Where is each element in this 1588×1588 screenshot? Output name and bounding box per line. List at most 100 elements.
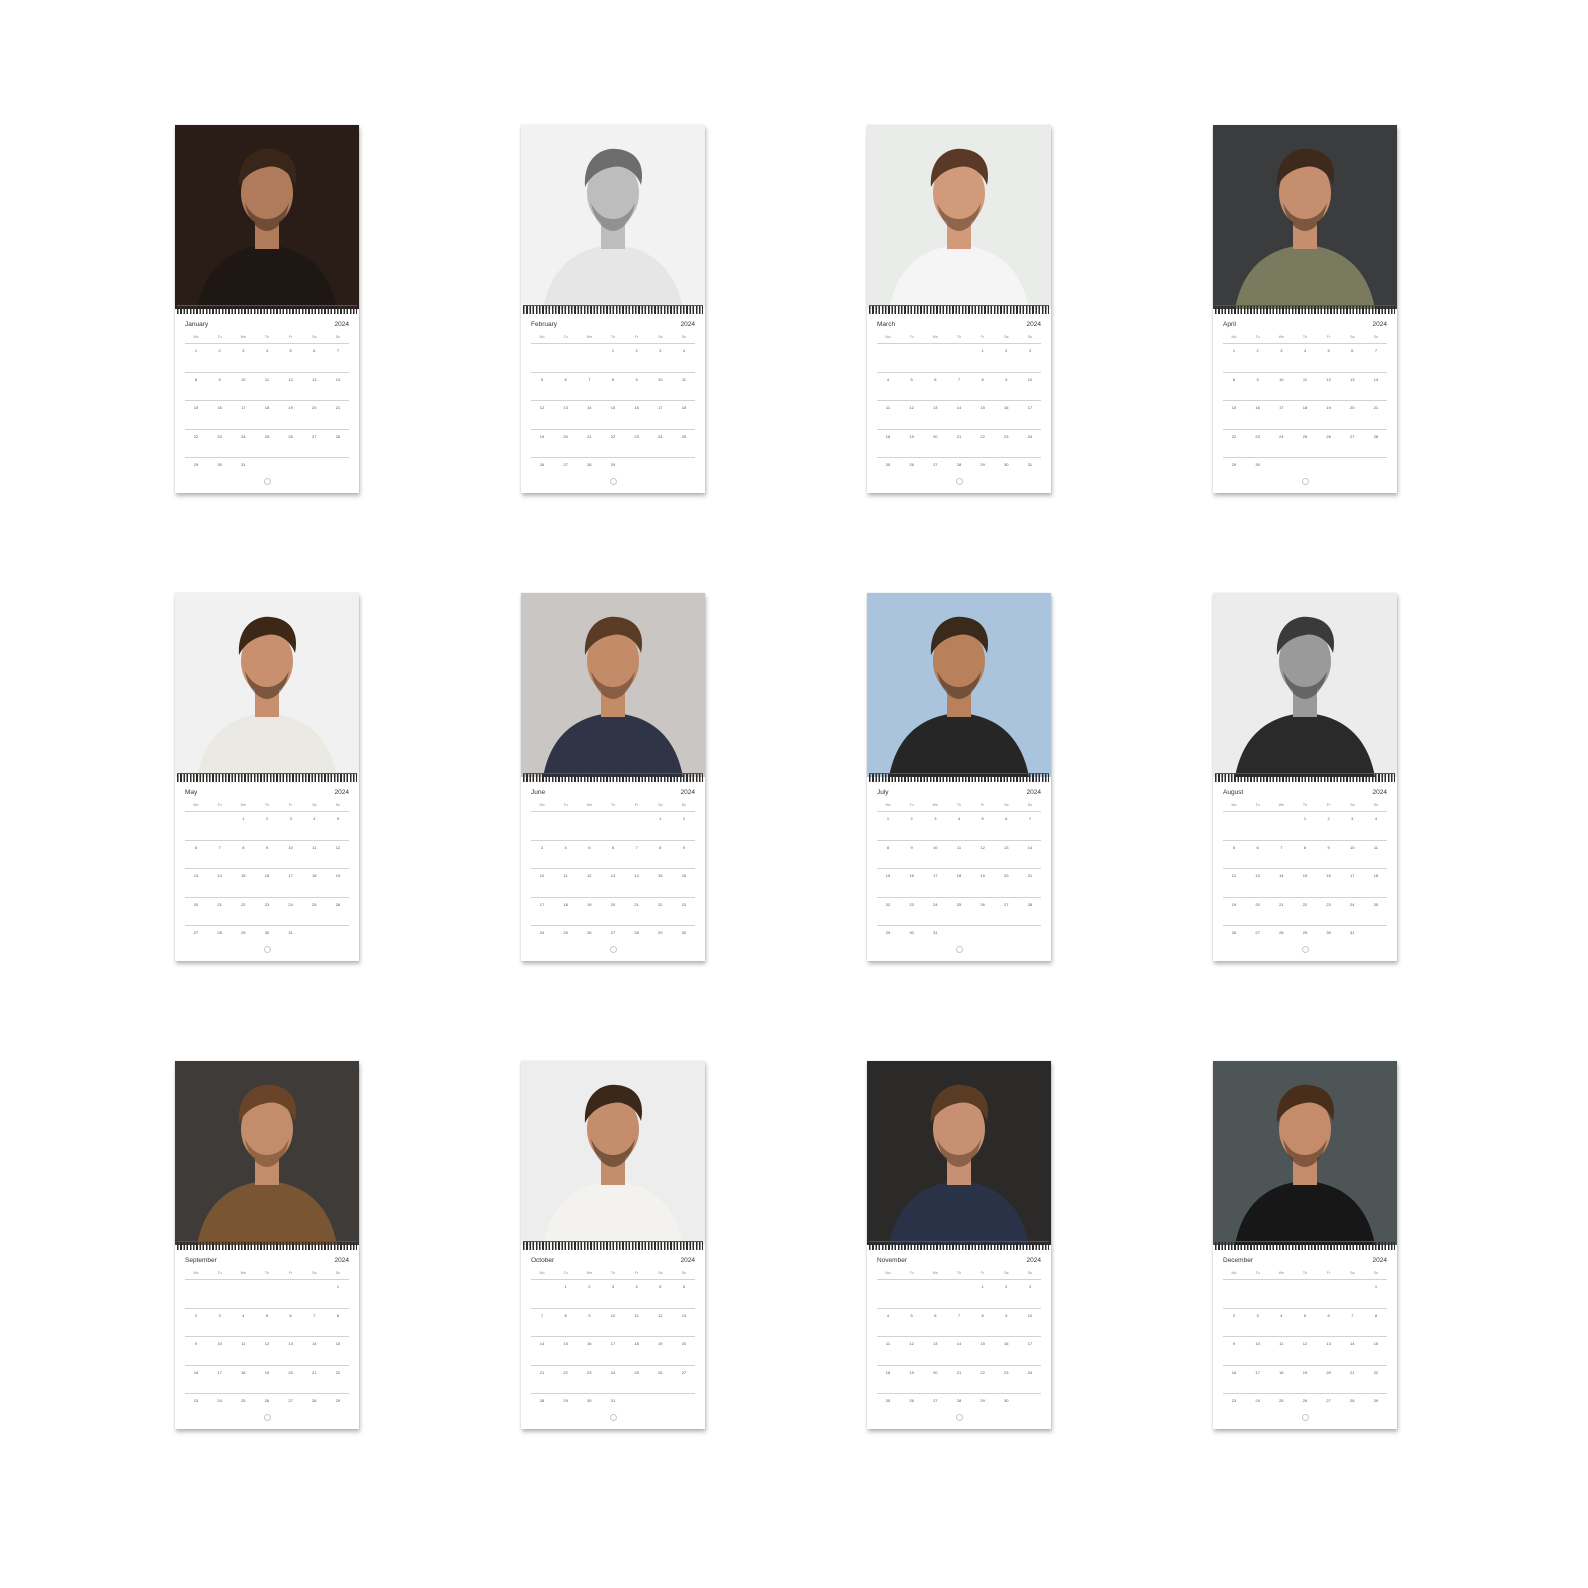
calendar-month-may[interactable]: May 2024 Mo Tu We Th Fr Sa Su 1 2 3 4 5 6 7 8 9 10 11 12 1… [175, 593, 359, 961]
day-cell: 2 [1256, 348, 1259, 353]
day-cell [256, 1284, 278, 1289]
day-cell: 17 [610, 1341, 616, 1346]
weekday-label: We [932, 1271, 938, 1275]
day-cell: 28 [335, 433, 341, 439]
day-cell: 16 [1255, 405, 1260, 410]
weeks-grid: 1 2 3 4 5 6 7 8 9 10 11 12 13 14 15 16 17 18 19 20 21 22 23 24 2… [877, 1279, 1041, 1422]
day-cell: 17 [241, 405, 246, 410]
day-cell: 31 [288, 930, 293, 935]
day-cell: 20 [288, 1369, 293, 1375]
month-header: June 2024 [531, 789, 695, 799]
day-cell: 1 [1374, 1284, 1378, 1289]
day-cell: 6 [194, 844, 198, 850]
week-row: 4 5 6 7 8 9 10 [877, 1307, 1041, 1337]
day-cell: 3 [1028, 1284, 1032, 1289]
portrait-image [175, 125, 359, 309]
day-cell: 27 [933, 1398, 938, 1403]
week-row: 19 20 21 22 23 24 25 [531, 428, 695, 458]
day-cell [1247, 816, 1269, 821]
weekday-row: Mo Tu We Th Fr Sa Su [531, 1271, 695, 1275]
day-cell: 25 [634, 1369, 639, 1375]
calendar-month-november[interactable]: November 2024 Mo Tu We Th Fr Sa Su 1 2 3 4 5 6 7 8 9 10… [867, 1061, 1051, 1429]
day-cell: 20 [933, 433, 938, 439]
weekday-label: Mo [193, 803, 199, 807]
calendar-month-june[interactable]: June 2024 Mo Tu We Th Fr Sa Su 1 2 3 4 5 6 7 8 9 10 11 12… [521, 593, 705, 961]
day-cell: 26 [335, 901, 341, 907]
day-cell: 10 [610, 1312, 616, 1318]
day-cell: 20 [312, 405, 317, 410]
weekday-label: Sa [1004, 803, 1009, 807]
day-cell [1365, 462, 1387, 467]
calendar-month-february[interactable]: February 2024 Mo Tu We Th Fr Sa Su 1 2 3 4 5 6 7 8 9 10… [521, 125, 705, 493]
calendar-month-january[interactable]: January 2024 Mo Tu We Th Fr Sa Su 1 2 3 4 5 6 7 8 9 10 1… [175, 125, 359, 493]
day-cell: 14 [587, 405, 592, 410]
calendar-month-december[interactable]: December 2024 Mo Tu We Th Fr Sa Su 1 2 3 4 5 6 7 8 9 10… [1213, 1061, 1397, 1429]
day-cell: 27 [1350, 433, 1355, 439]
day-cell: 18 [1302, 405, 1308, 410]
weekday-label: Sa [1004, 335, 1009, 339]
year-label: 2024 [680, 321, 695, 328]
day-cell: 18 [885, 1369, 891, 1375]
week-row: 1 2 3 4 5 [185, 811, 349, 840]
weekday-label: Sa [312, 803, 317, 807]
day-cell: 23 [1004, 1369, 1009, 1375]
weeks-grid: 1 2 3 4 5 6 7 8 9 10 11 12 13 14 15 16 17 18 19 20 21 22 23 24 2… [185, 343, 349, 486]
day-cell: 31 [1027, 462, 1033, 467]
weekday-label: We [1278, 803, 1284, 807]
day-cell [1365, 930, 1387, 935]
weekday-label: Mo [539, 335, 545, 339]
day-cell [972, 930, 994, 935]
day-cell: 19 [909, 433, 914, 439]
year-label: 2024 [1026, 1257, 1041, 1264]
weekday-label: Fr [1326, 335, 1331, 339]
calendar-month-august[interactable]: August 2024 Mo Tu We Th Fr Sa Su 1 2 3 4 5 6 7 8 9 10 11… [1213, 593, 1397, 961]
weekday-label: Fr [634, 1271, 639, 1275]
calendar-page: May 2024 Mo Tu We Th Fr Sa Su 1 2 3 4 5 6 7 8 9 10 11 12 1… [175, 781, 359, 961]
weekday-label: Tu [563, 803, 568, 807]
calendar-month-october[interactable]: October 2024 Mo Tu We Th Fr Sa Su 1 2 3 4 5 6 7 8 9 10 1… [521, 1061, 705, 1429]
week-row: 3 4 5 6 7 8 9 [531, 839, 695, 869]
day-cell: 29 [610, 462, 616, 467]
day-cell: 5 [540, 376, 544, 382]
weekday-label: Mo [1231, 803, 1237, 807]
day-cell: 13 [933, 405, 938, 410]
year-label: 2024 [680, 789, 695, 796]
day-cell: 2 [682, 816, 686, 821]
day-cell: 18 [264, 405, 270, 410]
week-row: 11 12 13 14 15 16 17 [877, 1336, 1041, 1365]
day-cell: 2 [588, 1284, 591, 1289]
weekday-label: Su [681, 335, 687, 339]
day-cell: 16 [634, 405, 639, 410]
year-label: 2024 [1026, 789, 1041, 796]
calendar-month-september[interactable]: September 2024 Mo Tu We Th Fr Sa Su 1234567891… [175, 1061, 359, 1429]
day-cell: 28 [1279, 930, 1284, 935]
calendar-month-july[interactable]: July 2024 Mo Tu We Th Fr Sa Su 1 2 3 4 5 6 7 8 9 10 11 12… [867, 593, 1051, 961]
day-cell: 4 [265, 348, 269, 353]
day-cell: 27 [563, 462, 568, 467]
calendar-month-march[interactable]: March 2024 Mo Tu We Th Fr Sa Su 1 2 3 4 5 6 7 8 9 10 11 1… [867, 125, 1051, 493]
day-cell [1341, 462, 1363, 467]
year-label: 2024 [334, 321, 349, 328]
day-cell: 3 [289, 816, 292, 821]
day-cell: 11 [1302, 376, 1308, 382]
calendar-month-april[interactable]: April 2024 Mo Tu We Th Fr Sa Su 1 2 3 4 5 6 7 8 9 10 11 1… [1213, 125, 1397, 493]
day-cell: 15 [563, 1341, 568, 1346]
calendar-photo [521, 1061, 705, 1245]
day-cell: 21 [634, 901, 639, 907]
day-cell: 21 [956, 433, 962, 439]
day-cell: 25 [956, 901, 962, 907]
day-cell: 24 [933, 901, 938, 907]
day-cell: 29 [241, 930, 246, 935]
hanging-hole [610, 946, 617, 953]
day-cell: 10 [658, 376, 663, 382]
day-cell: 2 [635, 348, 638, 353]
day-cell: 12 [658, 1312, 663, 1318]
day-cell: 8 [981, 1312, 984, 1318]
day-cell: 27 [610, 930, 616, 935]
day-cell: 8 [1232, 376, 1236, 382]
day-cell: 30 [1326, 930, 1331, 935]
day-cell: 31 [610, 1398, 616, 1403]
week-row: 8 9 10 11 12 13 14 [877, 839, 1041, 869]
day-cell: 1 [659, 816, 662, 821]
day-cell: 3 [218, 1312, 221, 1318]
